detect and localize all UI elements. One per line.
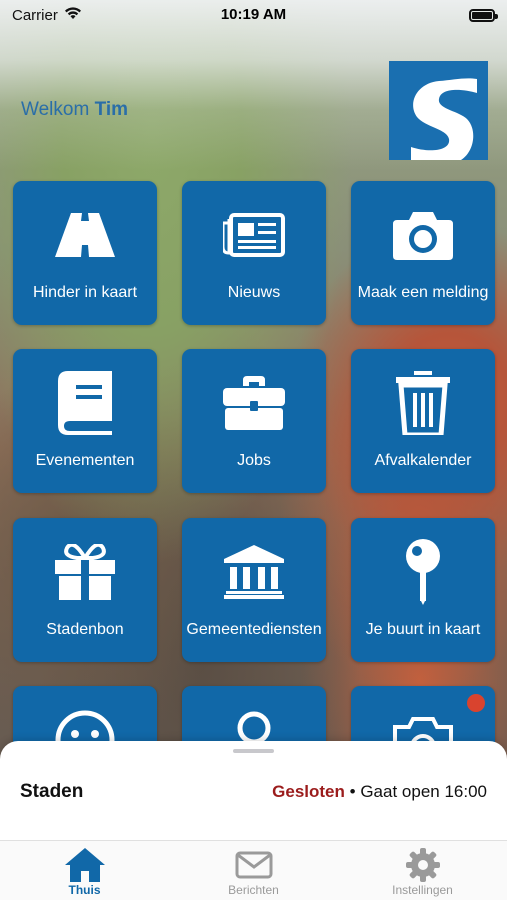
- map-pin-icon: [351, 539, 495, 605]
- tile-label: Maak een melding: [357, 284, 489, 301]
- newspaper-icon: [182, 203, 326, 267]
- clock: 10:19 AM: [220, 6, 287, 23]
- closed-status: Gesloten: [272, 782, 345, 801]
- tile-label: Stadenbon: [46, 621, 124, 638]
- road-icon: [13, 203, 157, 267]
- book-icon: [13, 371, 157, 435]
- building-icon: [182, 540, 326, 604]
- tile-nieuws[interactable]: Nieuws: [182, 181, 326, 325]
- tile-stadenbon[interactable]: Stadenbon: [13, 518, 157, 662]
- separator: •: [349, 782, 356, 801]
- new-badge-icon: [467, 694, 485, 712]
- camera-icon: [351, 203, 495, 267]
- opening-status: Gesloten • Gaat open 16:00: [272, 782, 487, 802]
- tile-jobs[interactable]: Jobs: [182, 349, 326, 493]
- staden-logo: [389, 61, 488, 160]
- tile-maak-een-melding[interactable]: Maak een melding: [351, 181, 495, 325]
- tile-afvalkalender[interactable]: Afvalkalender: [351, 349, 495, 493]
- tile-label: Gemeentediensten: [186, 621, 322, 638]
- tile-label: Evenementen: [35, 452, 135, 469]
- tile-label: Hinder in kaart: [32, 284, 138, 301]
- tab-label: Berichten: [228, 883, 279, 897]
- trash-icon: [351, 371, 495, 435]
- tile-label: Nieuws: [227, 284, 281, 301]
- tile-label: Jobs: [237, 452, 271, 469]
- briefcase-icon: [182, 371, 326, 435]
- home-icon: [64, 847, 105, 883]
- tile-gemeentediensten[interactable]: Gemeentediensten: [182, 518, 326, 662]
- tab-thuis[interactable]: Thuis: [0, 841, 169, 900]
- gear-icon: [405, 847, 440, 883]
- tab-instellingen[interactable]: Instellingen: [338, 841, 507, 900]
- gift-icon: [13, 540, 157, 604]
- sheet-grabber[interactable]: [233, 749, 274, 753]
- tile-je-buurt-in-kaart[interactable]: Je buurt in kaart: [351, 518, 495, 662]
- user-name: Tim: [94, 99, 128, 120]
- tile-label: Afvalkalender: [374, 452, 472, 469]
- tile-hinder-in-kaart[interactable]: Hinder in kaart: [13, 181, 157, 325]
- tab-bar: Thuis Berichten Instellingen: [0, 840, 507, 900]
- place-name: Staden: [20, 781, 84, 802]
- mail-icon: [235, 847, 273, 883]
- tile-evenementen[interactable]: Evenementen: [13, 349, 157, 493]
- tab-berichten[interactable]: Berichten: [169, 841, 338, 900]
- tile-label: Je buurt in kaart: [365, 621, 481, 638]
- tab-label: Thuis: [68, 883, 101, 897]
- opening-time: Gaat open 16:00: [360, 782, 487, 801]
- welcome-message: Welkom Tim: [21, 99, 128, 121]
- welcome-prefix: Welkom: [21, 99, 90, 120]
- tab-label: Instellingen: [392, 883, 453, 897]
